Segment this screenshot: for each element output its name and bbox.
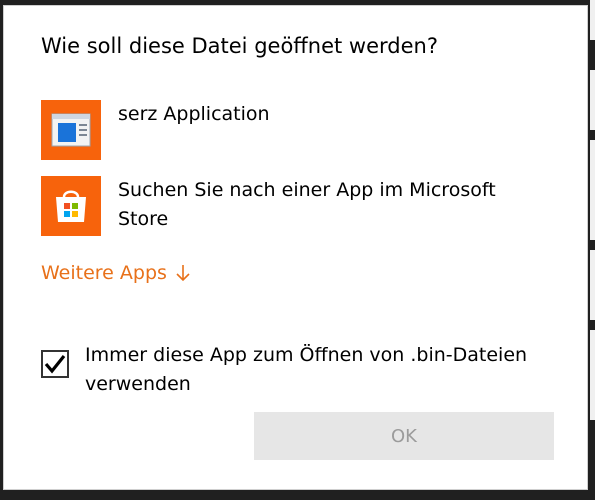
background-edge <box>590 330 595 420</box>
microsoft-store-bag-icon <box>41 176 101 236</box>
app-option-serz[interactable]: serz Application <box>41 100 518 160</box>
app-option-label: serz Application <box>118 103 270 125</box>
more-apps-link[interactable]: Weitere Apps <box>41 262 191 284</box>
always-use-option: Immer diese App zum Öffnen von .bin-Date… <box>41 341 555 399</box>
always-use-checkbox[interactable] <box>41 350 69 378</box>
app-option-label: Suchen Sie nach einer App im Microsoft S… <box>118 179 496 230</box>
checkmark-icon <box>44 355 66 374</box>
more-apps-label: Weitere Apps <box>41 262 167 284</box>
background-edge <box>590 140 595 240</box>
background-edge <box>590 250 595 320</box>
app-option-microsoft-store[interactable]: Suchen Sie nach einer App im Microsoft S… <box>41 176 518 236</box>
always-use-label: Immer diese App zum Öffnen von .bin-Date… <box>85 344 528 395</box>
ok-button[interactable]: OK <box>254 412 554 460</box>
background-edge <box>590 70 595 130</box>
application-window-icon <box>41 100 101 160</box>
open-with-dialog: Wie soll diese Datei geöffnet werden? se… <box>3 5 588 490</box>
arrow-down-icon <box>175 264 191 282</box>
dialog-title: Wie soll diese Datei geöffnet werden? <box>41 34 438 58</box>
background-edge <box>590 0 595 40</box>
